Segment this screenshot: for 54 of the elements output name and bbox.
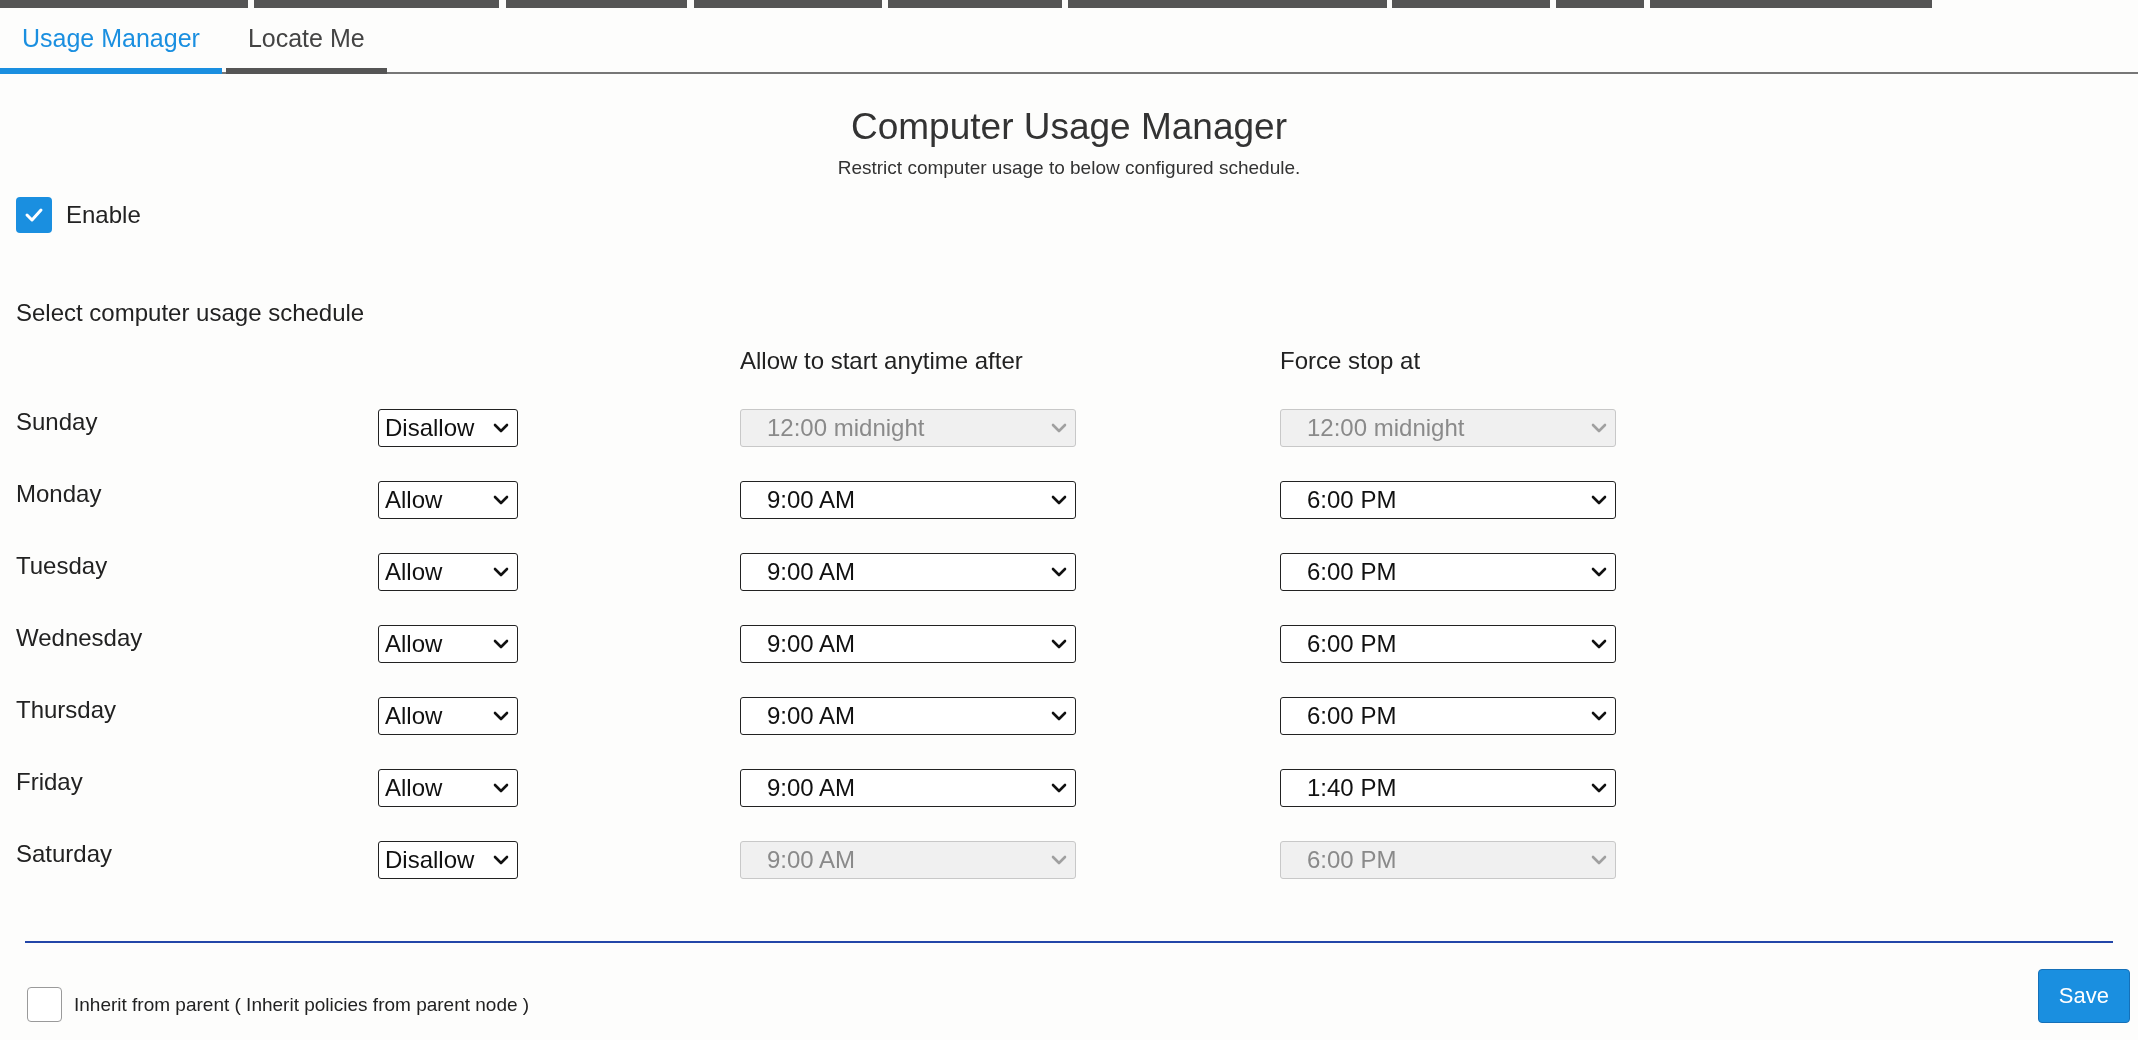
caret-icon bbox=[493, 854, 509, 865]
dropdown-select[interactable]: 9:00 AM bbox=[740, 552, 1076, 591]
caret-icon bbox=[493, 710, 509, 721]
caret-icon bbox=[1591, 638, 1607, 649]
day-label: Wednesday bbox=[16, 622, 144, 653]
page-title: Computer Usage Manager bbox=[851, 105, 1287, 149]
dropdown-select[interactable]: 9:00 AM bbox=[740, 624, 1076, 663]
caret-icon bbox=[493, 566, 509, 577]
caret-icon bbox=[1051, 854, 1067, 865]
dropdown-select[interactable]: 9:00 AM bbox=[740, 480, 1076, 519]
dropdown-select[interactable]: 9:00 AM bbox=[740, 768, 1076, 807]
dropdown-select[interactable]: Allow bbox=[378, 624, 518, 663]
schedule-heading: Select computer usage schedule bbox=[16, 297, 366, 328]
checkmark-icon bbox=[24, 206, 44, 223]
dropdown-select[interactable]: Allow bbox=[378, 768, 518, 807]
caret-icon bbox=[1591, 710, 1607, 721]
dropdown-select[interactable]: 6:00 PM bbox=[1280, 696, 1616, 735]
inherit-label: Inherit from parent ( Inherit policies from parent node ) bbox=[74, 992, 530, 1017]
caret-icon bbox=[1051, 566, 1067, 577]
caret-icon bbox=[1591, 494, 1607, 505]
caret-icon bbox=[1591, 566, 1607, 577]
dropdown-select[interactable]: Allow bbox=[378, 480, 518, 519]
enable-label: Enable bbox=[66, 199, 141, 230]
caret-icon bbox=[1591, 782, 1607, 793]
dropdown-select[interactable]: 6:00 PM bbox=[1280, 552, 1616, 591]
day-label: Tuesday bbox=[16, 550, 109, 581]
caret-icon bbox=[1051, 638, 1067, 649]
day-label: Monday bbox=[16, 478, 103, 509]
caret-icon bbox=[1591, 854, 1607, 865]
caret-icon bbox=[493, 494, 509, 505]
dropdown-select[interactable]: Allow bbox=[378, 696, 518, 735]
dropdown-select[interactable]: 9:00 AM bbox=[740, 696, 1076, 735]
caret-icon bbox=[1591, 422, 1607, 433]
caret-icon bbox=[1051, 782, 1067, 793]
dropdown-select[interactable]: Allow bbox=[378, 552, 518, 591]
caret-icon bbox=[493, 638, 509, 649]
page-subtitle: Restrict computer usage to below configured schedule. bbox=[837, 156, 1301, 181]
day-label: Sunday bbox=[16, 406, 99, 437]
caret-icon bbox=[1051, 710, 1067, 721]
tab[interactable]: Locate Me bbox=[225, 10, 387, 74]
dropdown-select[interactable]: 6:00 PM bbox=[1280, 480, 1616, 519]
checkbox[interactable] bbox=[27, 987, 62, 1023]
caret-icon bbox=[493, 422, 509, 433]
dropdown-select[interactable]: 6:00 PM bbox=[1280, 624, 1616, 663]
caret-icon bbox=[1051, 422, 1067, 433]
dropdown-select[interactable]: 1:40 PM bbox=[1280, 768, 1616, 807]
column-header: Force stop at bbox=[1280, 345, 1421, 376]
caret-icon bbox=[493, 782, 509, 793]
day-label: Saturday bbox=[16, 838, 114, 869]
day-label: Friday bbox=[16, 766, 84, 797]
day-label: Thursday bbox=[16, 694, 118, 725]
caret-icon bbox=[1051, 494, 1067, 505]
checkbox[interactable] bbox=[16, 196, 52, 233]
column-header: Allow to start anytime after bbox=[740, 345, 1024, 376]
